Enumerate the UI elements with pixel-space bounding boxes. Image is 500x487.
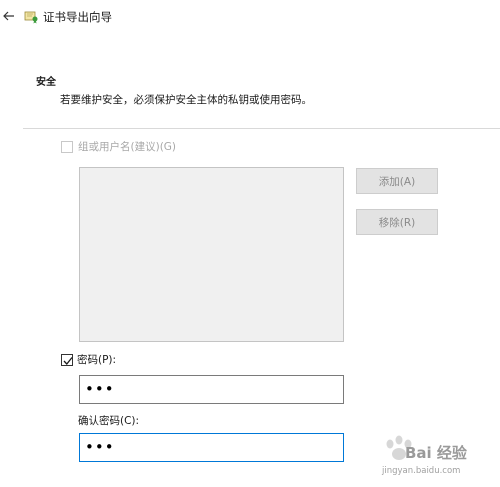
- wizard-title: 证书导出向导: [43, 10, 112, 24]
- page-title: 安全: [36, 77, 56, 88]
- group-checkbox[interactable]: [61, 141, 73, 153]
- group-checkbox-label: 组或用户名(建议)(G): [78, 141, 177, 153]
- password-checkbox-label: 密码(P):: [77, 354, 117, 366]
- header-divider: [23, 128, 500, 129]
- page-description: 若要维护安全，必须保护安全主体的私钥或使用密码。: [60, 94, 312, 106]
- watermark-url: jingyan.baidu.com: [382, 466, 461, 476]
- watermark-text: Bai 经验: [405, 444, 467, 462]
- group-user-list[interactable]: [79, 167, 344, 342]
- remove-button[interactable]: 移除(R): [356, 209, 438, 235]
- certificate-icon: [24, 11, 38, 24]
- add-button[interactable]: 添加(A): [356, 168, 438, 194]
- checkmark-icon: [63, 357, 73, 365]
- password-input[interactable]: •••: [79, 375, 344, 404]
- password-checkbox[interactable]: [61, 354, 73, 366]
- confirm-password-input[interactable]: •••: [79, 433, 344, 462]
- confirm-password-label: 确认密码(C):: [78, 415, 140, 427]
- certificate-export-wizard: 证书导出向导 安全 若要维护安全，必须保护安全主体的私钥或使用密码。 组或用户名…: [0, 0, 500, 487]
- back-arrow-icon[interactable]: [2, 9, 16, 23]
